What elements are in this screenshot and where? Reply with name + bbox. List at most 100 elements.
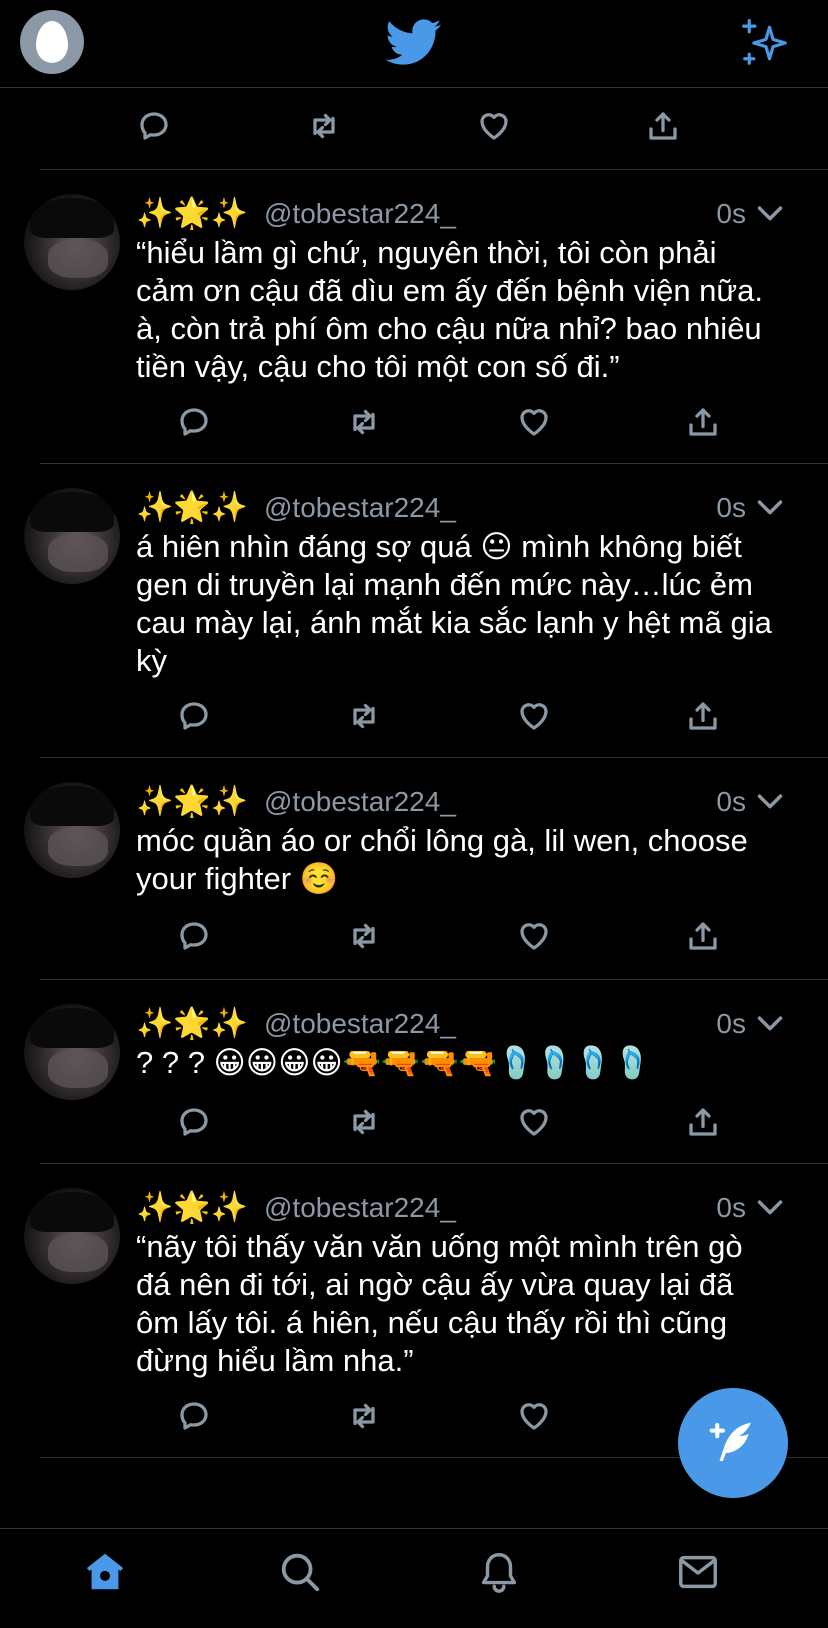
user-handle[interactable]: @tobestar224_	[264, 782, 456, 822]
retweet-icon	[353, 923, 375, 949]
sparkle-icon[interactable]	[738, 16, 792, 70]
chevron-down-icon[interactable]	[756, 1012, 784, 1036]
tweet-header: ✨🌟✨ @tobestar224_ 0s	[136, 194, 786, 234]
reply-icon	[180, 1108, 208, 1136]
heart-icon	[520, 703, 548, 730]
retweet-icon	[313, 113, 335, 139]
user-handle[interactable]: @tobestar224_	[264, 1004, 456, 1044]
reply-button[interactable]	[174, 916, 214, 956]
tweet-actions	[136, 402, 736, 442]
tweet-text: móc quần áo or chổi lông gà, lil wen, ch…	[136, 823, 757, 896]
share-icon	[689, 922, 717, 950]
chevron-down-icon[interactable]	[756, 1196, 784, 1220]
tweet-header: ✨🌟✨ @tobestar224_ 0s	[136, 1188, 786, 1228]
twitter-bird-icon	[385, 19, 442, 65]
like-button[interactable]	[514, 1102, 554, 1142]
reply-icon	[180, 922, 208, 950]
like-button[interactable]	[474, 106, 514, 146]
share-button[interactable]	[683, 402, 723, 442]
chevron-down-icon[interactable]	[756, 790, 784, 814]
messages-icon	[679, 1555, 717, 1589]
user-avatar[interactable]	[24, 1188, 120, 1284]
display-name[interactable]: ✨🌟✨	[136, 1188, 248, 1228]
retweet-button[interactable]	[344, 402, 384, 442]
nav-notifications[interactable]	[474, 1547, 524, 1597]
like-button[interactable]	[514, 916, 554, 956]
search-icon	[281, 1553, 320, 1592]
like-button[interactable]	[514, 402, 554, 442]
profile-avatar[interactable]	[20, 10, 84, 74]
retweet-icon	[353, 409, 375, 435]
tweet-text: ? ? ? 😀😀😀😀🔫🔫🔫🔫🩴🩴🩴🩴	[136, 1045, 652, 1080]
retweet-button[interactable]	[344, 1396, 384, 1436]
reply-icon	[180, 702, 208, 730]
retweet-button[interactable]	[344, 916, 384, 956]
nav-home[interactable]	[80, 1547, 130, 1597]
reply-icon	[140, 112, 168, 140]
tweet-actions	[136, 1396, 736, 1436]
heart-icon	[520, 409, 548, 436]
like-button[interactable]	[514, 696, 554, 736]
tweet[interactable]: ✨🌟✨ @tobestar224_ 0s “hiểu lầm gì chứ, n…	[24, 170, 828, 464]
tweet-actions	[136, 916, 736, 956]
egg-avatar-icon	[36, 21, 68, 63]
tweet-text: á hiên nhìn đáng sợ quá 😐 mình không biế…	[136, 529, 781, 678]
like-button[interactable]	[514, 1396, 554, 1436]
previous-tweet-actions	[40, 88, 828, 170]
tweet[interactable]: ✨🌟✨ @tobestar224_ 0s ? ? ? 😀😀😀😀🔫🔫🔫🔫🩴🩴🩴🩴	[24, 980, 828, 1164]
tweet-timestamp: 0s	[716, 492, 746, 523]
user-avatar[interactable]	[24, 488, 120, 584]
retweet-button[interactable]	[304, 106, 344, 146]
share-button[interactable]	[643, 106, 683, 146]
tweet-text: “nãy tôi thấy văn văn uống một mình trên…	[136, 1229, 752, 1378]
reply-button[interactable]	[174, 696, 214, 736]
tweet-timestamp: 0s	[716, 1008, 746, 1039]
compose-tweet-button[interactable]	[678, 1388, 788, 1498]
heart-icon	[520, 1109, 548, 1136]
retweet-button[interactable]	[344, 696, 384, 736]
chevron-down-icon[interactable]	[756, 202, 784, 226]
notifications-icon	[481, 1553, 517, 1593]
retweet-icon	[353, 703, 375, 729]
user-handle[interactable]: @tobestar224_	[264, 194, 456, 234]
display-name[interactable]: ✨🌟✨	[136, 1004, 248, 1044]
heart-icon	[520, 1403, 548, 1430]
reply-icon	[180, 408, 208, 436]
home-icon	[86, 1553, 124, 1590]
user-handle[interactable]: @tobestar224_	[264, 1188, 456, 1228]
bottom-navigation	[0, 1528, 828, 1628]
chevron-down-icon[interactable]	[756, 496, 784, 520]
timeline: ✨🌟✨ @tobestar224_ 0s “hiểu lầm gì chứ, n…	[0, 88, 828, 1458]
heart-icon	[480, 113, 508, 140]
compose-tweet-icon	[709, 1422, 751, 1461]
reply-button[interactable]	[134, 106, 174, 146]
share-button[interactable]	[683, 916, 723, 956]
tweet[interactable]: ✨🌟✨ @tobestar224_ 0s á hiên nhìn đáng sợ…	[24, 464, 828, 758]
retweet-button[interactable]	[344, 1102, 384, 1142]
reply-button[interactable]	[174, 1396, 214, 1436]
user-avatar[interactable]	[24, 782, 120, 878]
user-avatar[interactable]	[24, 194, 120, 290]
display-name[interactable]: ✨🌟✨	[136, 194, 248, 234]
reply-button[interactable]	[174, 402, 214, 442]
reply-icon	[180, 1402, 208, 1430]
display-name[interactable]: ✨🌟✨	[136, 782, 248, 822]
tweet-actions	[96, 106, 696, 146]
tweet-actions	[136, 696, 736, 736]
share-icon	[689, 408, 717, 436]
share-button[interactable]	[683, 696, 723, 736]
display-name[interactable]: ✨🌟✨	[136, 488, 248, 528]
reply-button[interactable]	[174, 1102, 214, 1142]
user-avatar[interactable]	[24, 1004, 120, 1100]
share-icon	[689, 702, 717, 730]
tweet-actions	[136, 1102, 736, 1142]
share-button[interactable]	[683, 1102, 723, 1142]
top-bar	[0, 0, 828, 88]
retweet-icon	[353, 1403, 375, 1429]
nav-search[interactable]	[275, 1547, 325, 1597]
nav-messages[interactable]	[673, 1547, 723, 1597]
user-handle[interactable]: @tobestar224_	[264, 488, 456, 528]
tweet-timestamp: 0s	[716, 1192, 746, 1223]
tweet[interactable]: ✨🌟✨ @tobestar224_ 0s móc quần áo or chổi…	[24, 758, 828, 980]
share-icon	[689, 1108, 717, 1136]
